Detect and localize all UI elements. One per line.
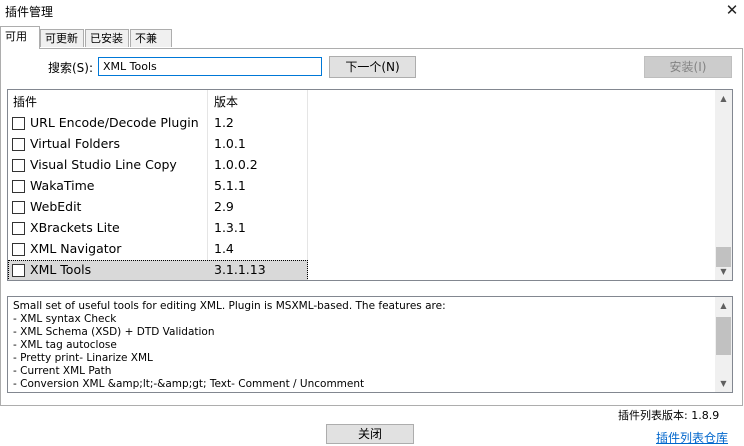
plugin-row[interactable]: WebEdit 2.9: [8, 197, 308, 218]
description-line: - Current XML Path: [13, 365, 112, 377]
plugin-checkbox[interactable]: [12, 222, 25, 235]
plugin-version: 5.1.1: [214, 178, 246, 193]
install-button[interactable]: 安装(I): [644, 56, 732, 78]
scroll-thumb[interactable]: [716, 317, 731, 355]
close-button[interactable]: 关闭: [326, 424, 414, 444]
description-scrollbar[interactable]: ▲ ▼: [715, 297, 732, 392]
tab-incompatible[interactable]: 不兼容: [130, 29, 172, 63]
plugin-name: XML Tools: [30, 262, 92, 277]
next-button[interactable]: 下一个(N): [329, 56, 416, 78]
plugin-checkbox[interactable]: [12, 138, 25, 151]
search-label: 搜索(S):: [48, 61, 94, 75]
plugin-version: 1.4: [214, 241, 234, 256]
tab-installed[interactable]: 已安装: [85, 29, 129, 47]
scroll-down-arrow-icon[interactable]: ▼: [715, 263, 732, 280]
tab-available[interactable]: 可用: [0, 26, 40, 49]
tab-updates[interactable]: 可更新: [40, 29, 84, 47]
plugin-list[interactable]: 插件 版本 URL Encode/Decode Plugin 1.2 Virtu…: [7, 89, 733, 281]
plugin-version: 3.1.1.13: [214, 262, 266, 277]
plugin-list-version: 插件列表版本: 1.8.9: [618, 409, 720, 422]
plugin-name: XML Navigator: [30, 241, 122, 256]
plugin-name: URL Encode/Decode Plugin: [30, 115, 199, 130]
plugin-name: Visual Studio Line Copy: [30, 157, 177, 172]
plugin-version: 1.2: [214, 115, 234, 130]
plugin-name: Virtual Folders: [30, 136, 120, 151]
plugin-checkbox[interactable]: [12, 264, 25, 277]
plugin-checkbox[interactable]: [12, 201, 25, 214]
plugin-list-repo-link[interactable]: 插件列表仓库: [656, 429, 728, 446]
plugin-name: WebEdit: [30, 199, 82, 214]
scroll-up-arrow-icon[interactable]: ▲: [715, 90, 732, 107]
plugin-checkbox[interactable]: [12, 180, 25, 193]
column-header-plugin[interactable]: 插件: [13, 93, 37, 110]
plugin-checkbox[interactable]: [12, 117, 25, 130]
plugin-name: WakaTime: [30, 178, 95, 193]
description-line: - Conversion XML &amp;lt;-&amp;gt; Text-…: [13, 378, 365, 390]
plugin-name: XBrackets Lite: [30, 220, 120, 235]
description-line: Small set of useful tools for editing XM…: [13, 300, 446, 312]
window-title: 插件管理: [5, 5, 54, 19]
plugin-row[interactable]: Visual Studio Line Copy 1.0.0.2: [8, 155, 308, 176]
plugin-row-selected[interactable]: XML Tools 3.1.1.13: [8, 260, 308, 280]
plugin-checkbox[interactable]: [12, 243, 25, 256]
description-line: - Pretty print- Linarize XML: [13, 352, 153, 364]
plugin-description[interactable]: Small set of useful tools for editing XM…: [7, 296, 733, 393]
plugin-row[interactable]: WakaTime 5.1.1: [8, 176, 308, 197]
plugin-list-scrollbar[interactable]: ▲ ▼: [715, 90, 732, 280]
plugin-version: 1.0.0.2: [214, 157, 258, 172]
plugin-row[interactable]: Virtual Folders 1.0.1: [8, 134, 308, 155]
scroll-up-arrow-icon[interactable]: ▲: [715, 297, 732, 314]
plugin-row[interactable]: URL Encode/Decode Plugin 1.2: [8, 113, 308, 134]
plugin-checkbox[interactable]: [12, 159, 25, 172]
close-window-icon[interactable]: ✕: [722, 0, 742, 20]
column-header-version[interactable]: 版本: [214, 93, 238, 110]
plugin-row[interactable]: XBrackets Lite 1.3.1: [8, 218, 308, 239]
plugin-row[interactable]: XML Navigator 1.4: [8, 239, 308, 260]
scroll-down-arrow-icon[interactable]: ▼: [715, 375, 732, 392]
plugin-version: 1.0.1: [214, 136, 246, 151]
plugin-version: 2.9: [214, 199, 234, 214]
description-line: - XML tag autoclose: [13, 339, 117, 351]
search-input[interactable]: XML Tools: [98, 57, 322, 76]
plugin-version: 1.3.1: [214, 220, 246, 235]
description-line: - XML syntax Check: [13, 313, 117, 325]
description-line: - XML Schema (XSD) + DTD Validation: [13, 326, 215, 338]
